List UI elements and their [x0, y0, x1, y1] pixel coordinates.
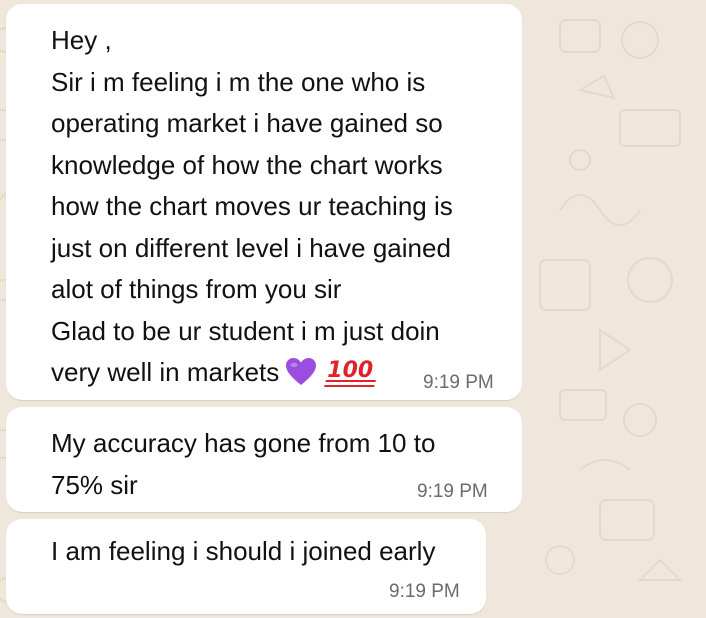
message-bubble[interactable]: My accuracy has gone from 10 to 75% sir …: [6, 407, 522, 512]
message-line: just on different level i have gained: [51, 232, 451, 263]
message-text: I am feeling i should i joined early: [51, 531, 435, 573]
message-bubble[interactable]: Hey , Sir i m feeling i m the one who is…: [6, 4, 522, 400]
message-bubble[interactable]: I am feeling i should i joined early 9:1…: [6, 519, 486, 614]
message-timestamp: 9:19 PM: [389, 581, 460, 602]
message-line: My accuracy has gone from 10 to: [51, 428, 436, 458]
purple-heart-icon: [286, 358, 317, 385]
message-text: Hey , Sir i m feeling i m the one who is…: [51, 20, 453, 394]
message-line: alot of things from you sir: [51, 274, 342, 304]
message-line: how the chart moves ur teaching is: [51, 191, 453, 221]
message-last-line: very well in markets 100: [51, 352, 453, 394]
message-line: knowledge of how the chart works: [51, 149, 443, 180]
message-line: I am feeling i should i joined early: [51, 536, 436, 566]
message-line-text: very well in markets: [51, 357, 280, 387]
hundred-points-icon: 100: [324, 360, 377, 387]
message-timestamp: 9:19 PM: [423, 372, 494, 393]
message-line: Glad to be ur student i m just doin: [51, 315, 440, 346]
message-line: 75% sir: [51, 469, 138, 500]
message-text: My accuracy has gone from 10 to 75% sir: [51, 423, 435, 506]
message-timestamp: 9:19 PM: [417, 481, 488, 502]
message-line: operating market i have gained so: [51, 108, 443, 138]
message-line: Hey ,: [51, 25, 112, 55]
message-line: Sir i m feeling i m the one who is: [51, 66, 426, 97]
